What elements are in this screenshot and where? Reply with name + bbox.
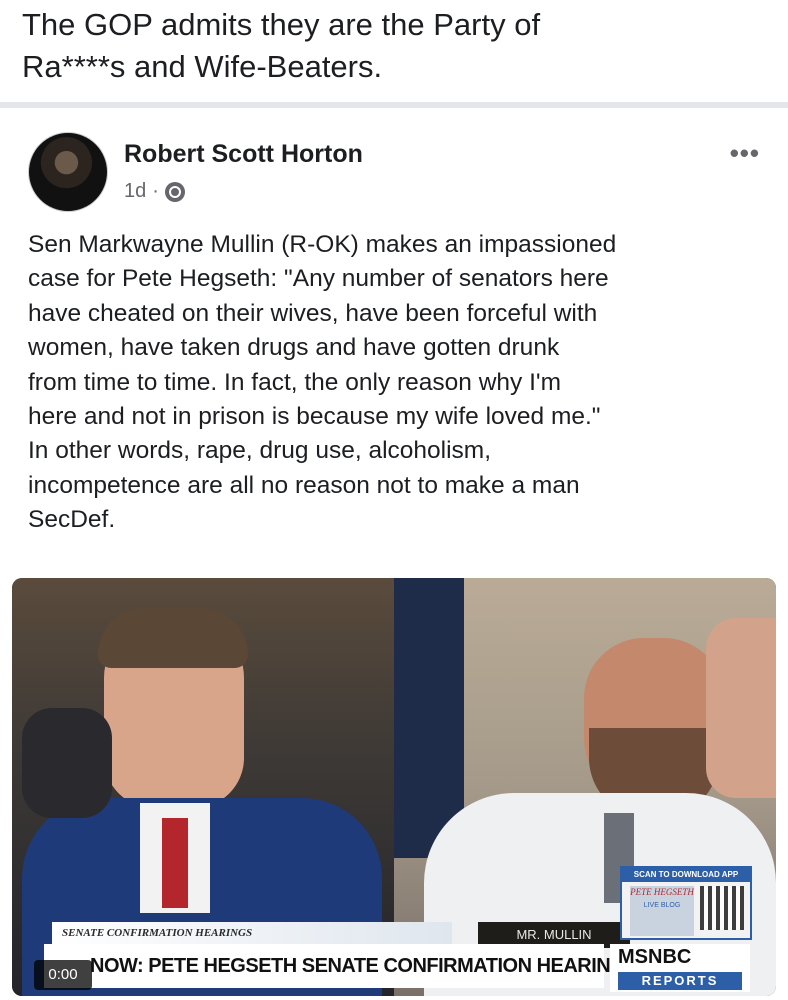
post-line: SecDef. xyxy=(28,506,116,534)
msnbc-label: MSNBC xyxy=(618,946,692,968)
post-line: Sen Markwayne Mullin (R-OK) makes an imp… xyxy=(28,231,617,258)
post-line: have cheated on their wives, have been f… xyxy=(28,299,598,327)
scan-title: SCAN TO DOWNLOAD APP xyxy=(622,868,750,882)
post-caption: The GOP admits they are the Party of Ra*… xyxy=(22,4,762,88)
author-name[interactable]: Robert Scott Horton xyxy=(124,140,363,169)
qr-code xyxy=(700,886,744,930)
more-options-icon[interactable]: ••• xyxy=(730,138,760,169)
post-line: incompetence are all no reason not to ma… xyxy=(28,471,580,499)
reports-label: REPORTS xyxy=(618,972,742,990)
post-line: here and not in prison is because my wif… xyxy=(28,403,601,431)
caption-line-2: Ra****s and Wife-Beaters. xyxy=(22,49,383,84)
video-player[interactable]: SENATE CONFIRMATION HEARINGS MR. MULLIN … xyxy=(12,578,776,996)
post-text: Sen Markwayne Mullin (R-OK) makes an imp… xyxy=(28,228,768,538)
post-line: case for Pete Hegseth: "Any number of se… xyxy=(28,265,609,293)
post-line: In other words, rape, drug use, alcoholi… xyxy=(28,437,492,465)
post-time[interactable]: 1d xyxy=(124,180,146,203)
divider xyxy=(0,102,788,108)
app-download-box: SCAN TO DOWNLOAD APP PETE HEGSETH LIVE B… xyxy=(620,866,752,940)
globe-icon xyxy=(164,181,185,202)
author-avatar[interactable] xyxy=(28,132,108,212)
lower-third-strip: SENATE CONFIRMATION HEARINGS xyxy=(52,922,452,944)
chyron-headline: NOW: PETE HEGSETH SENATE CONFIRMATION HE… xyxy=(44,944,626,988)
caption-line-1: The GOP admits they are the Party of xyxy=(22,7,541,42)
post-line: from time to time. In fact, the only rea… xyxy=(28,368,561,396)
post-meta: 1d · xyxy=(124,180,185,203)
mini-poster-text: PETE HEGSETH xyxy=(630,887,694,897)
network-logo: MSNBC REPORTS xyxy=(610,944,750,992)
mini-poster: PETE HEGSETH LIVE BLOG xyxy=(630,886,694,936)
video-time: 0:00 xyxy=(34,960,92,990)
post-line: women, have taken drugs and have gotten … xyxy=(28,334,560,362)
meta-separator: · xyxy=(152,180,159,202)
live-label: LIVE BLOG xyxy=(643,902,681,909)
